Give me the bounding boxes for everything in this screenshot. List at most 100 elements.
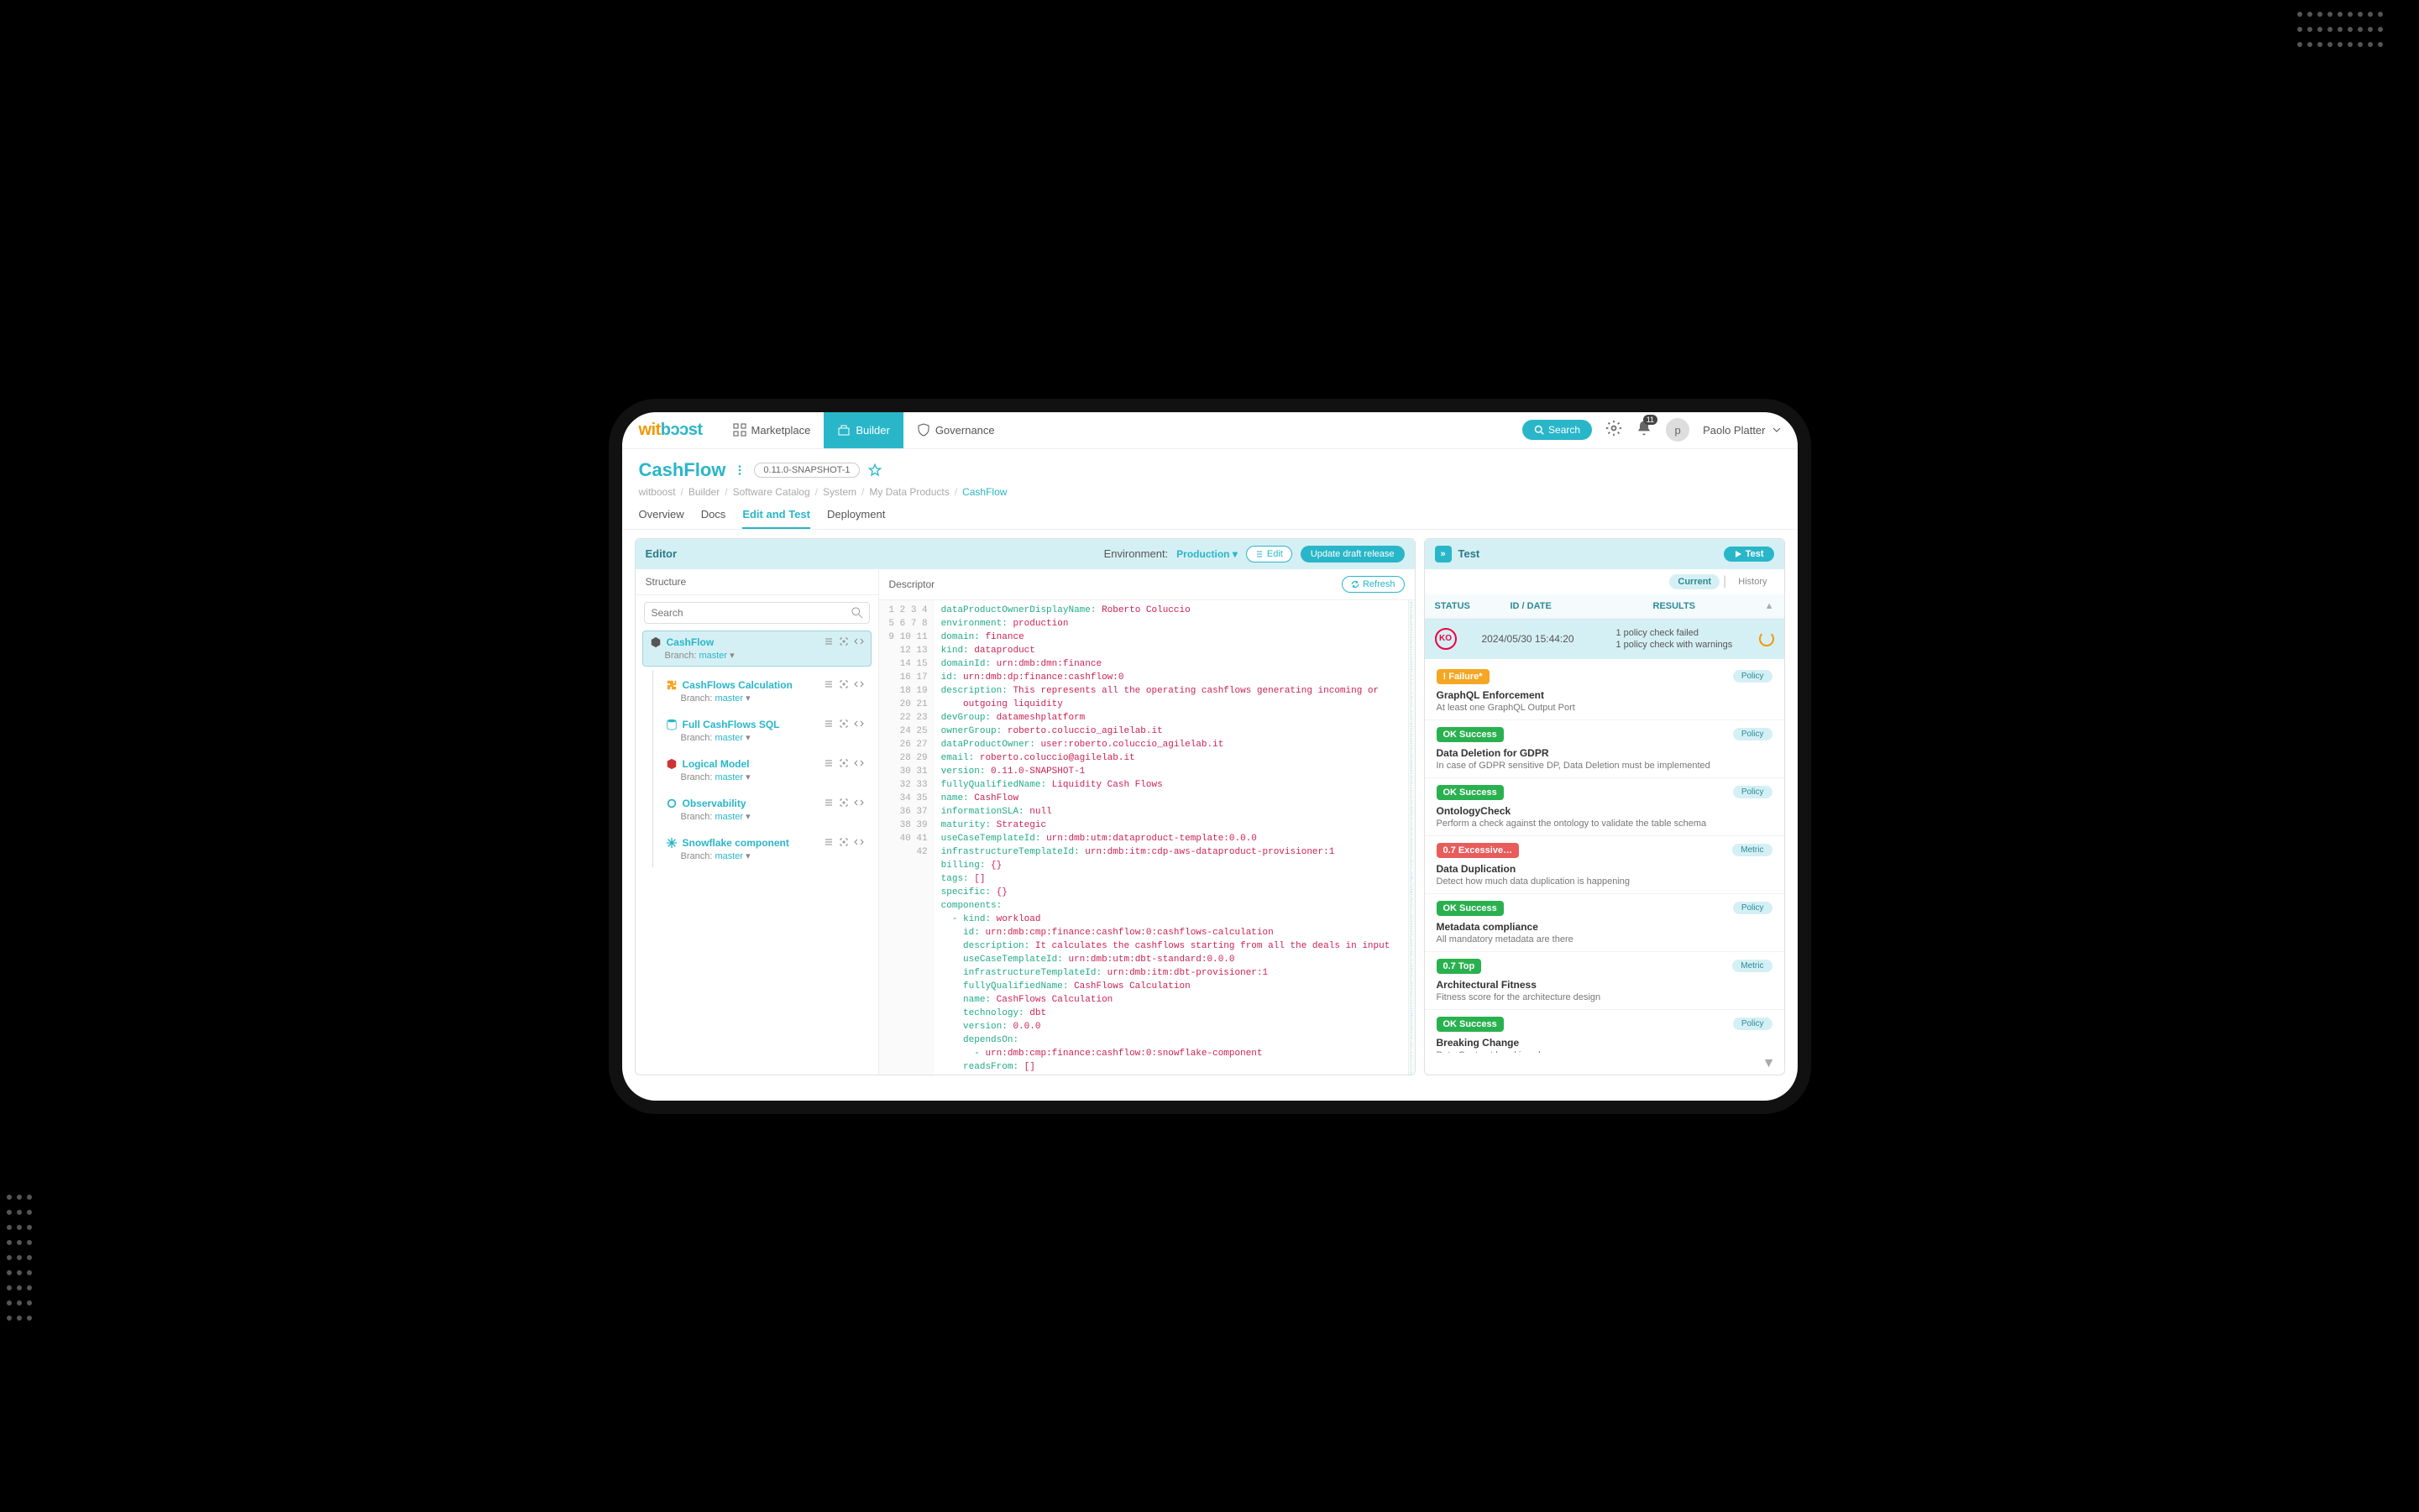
breadcrumb-item[interactable]: CashFlow (962, 486, 1007, 498)
more-icon[interactable] (734, 464, 746, 476)
list-icon[interactable] (824, 636, 834, 646)
type-chip: Policy (1733, 670, 1772, 683)
tree-item[interactable]: CashFlowBranch: master ▾ (642, 630, 872, 667)
tree-item[interactable]: Full CashFlows SQLBranch: master ▾ (658, 713, 872, 749)
logo[interactable]: witbɔɔst (639, 421, 703, 440)
code-icon[interactable] (854, 837, 864, 847)
subtab-current[interactable]: Current (1669, 574, 1720, 589)
star-icon[interactable] (868, 463, 882, 477)
nav-marketplace[interactable]: Marketplace (720, 412, 825, 449)
collapse-button[interactable]: » (1435, 546, 1452, 562)
code-icon[interactable] (854, 758, 864, 768)
minimap[interactable]: dataProductOwnerDisplayName: Roberto Col… (1408, 600, 1415, 1075)
status-chip: ! Failure* (1437, 669, 1490, 684)
tree-item[interactable]: ObservabilityBranch: master ▾ (658, 792, 872, 828)
search-icon (1534, 425, 1544, 435)
result-title: Metadata compliance (1437, 921, 1772, 933)
grid-icon (733, 423, 746, 437)
run-test-button[interactable]: Test (1724, 547, 1774, 562)
focus-icon[interactable] (839, 758, 849, 768)
list-icon[interactable] (824, 719, 834, 729)
test-results-list: ! Failure*PolicyGraphQL EnforcementAt le… (1425, 659, 1784, 1053)
type-chip: Policy (1733, 786, 1772, 798)
user-menu[interactable]: Paolo Platter (1703, 424, 1780, 437)
breadcrumb-item[interactable]: My Data Products (869, 486, 949, 498)
result-title: Breaking Change (1437, 1037, 1772, 1049)
subtab-history[interactable]: History (1730, 574, 1775, 589)
nav-governance[interactable]: Governance (903, 412, 1008, 449)
result-item[interactable]: 0.7 TopMetricArchitectural FitnessFitnes… (1425, 952, 1784, 1010)
settings-button[interactable] (1605, 420, 1622, 441)
result-title: OntologyCheck (1437, 805, 1772, 817)
focus-icon[interactable] (839, 636, 849, 646)
status-chip: 0.7 Excessive… (1437, 843, 1520, 858)
page-tabs: Overview Docs Edit and Test Deployment (622, 498, 1798, 530)
tab-docs[interactable]: Docs (701, 508, 726, 529)
focus-icon[interactable] (839, 798, 849, 808)
chevron-down-icon (1772, 426, 1781, 434)
refresh-icon (1351, 580, 1359, 589)
tab-deployment[interactable]: Deployment (827, 508, 885, 529)
code-icon[interactable] (854, 636, 864, 646)
list-icon[interactable] (824, 679, 834, 689)
focus-icon[interactable] (839, 719, 849, 729)
version-chip[interactable]: 0.11.0-SNAPSHOT-1 (754, 463, 859, 478)
breadcrumb-item[interactable]: Builder (689, 486, 720, 498)
status-chip: OK Success (1437, 785, 1504, 800)
result-desc: At least one GraphQL Output Port (1437, 703, 1772, 713)
refresh-button[interactable]: Refresh (1342, 576, 1405, 593)
test-date: 2024/05/30 15:44:20 (1482, 633, 1591, 645)
breadcrumb-item[interactable]: Software Catalog (733, 486, 810, 498)
list-icon[interactable] (824, 798, 834, 808)
list-icon[interactable] (824, 837, 834, 847)
result-title: Data Deletion for GDPR (1437, 747, 1772, 759)
result-title: Architectural Fitness (1437, 979, 1772, 991)
tree-item[interactable]: CashFlows CalculationBranch: master ▾ (658, 673, 872, 709)
env-select[interactable]: Production ▾ (1176, 548, 1238, 560)
result-item[interactable]: OK SuccessPolicyOntologyCheckPerform a c… (1425, 778, 1784, 836)
yaml-editor[interactable]: 1 2 3 4 5 6 7 8 9 10 11 12 13 14 15 16 1… (879, 600, 1415, 1075)
type-chip: Policy (1733, 902, 1772, 914)
result-item[interactable]: 0.7 Excessive…MetricData DuplicationDete… (1425, 836, 1784, 894)
test-run-row[interactable]: KO 2024/05/30 15:44:20 1 policy check fa… (1425, 619, 1784, 659)
test-columns-header: STATUS ID / DATE RESULTS ▲ (1425, 594, 1784, 619)
result-item[interactable]: OK SuccessPolicyBreaking ChangeData Cont… (1425, 1010, 1784, 1053)
structure-tree: CashFlowBranch: master ▾ CashFlows Calcul… (636, 630, 878, 871)
code-icon[interactable] (854, 798, 864, 808)
nav-builder[interactable]: Builder (824, 412, 903, 449)
structure-search-input[interactable] (644, 602, 870, 624)
edit-button[interactable]: Edit (1246, 546, 1292, 562)
result-desc: All mandatory metadata are there (1437, 934, 1772, 944)
avatar[interactable]: p (1666, 418, 1689, 442)
status-chip: OK Success (1437, 727, 1504, 742)
notifications-button[interactable]: 11 (1636, 420, 1652, 441)
page-header: CashFlow 0.11.0-SNAPSHOT-1 witboost/Buil… (622, 449, 1798, 498)
focus-icon[interactable] (839, 679, 849, 689)
type-chip: Policy (1733, 1018, 1772, 1030)
code-icon[interactable] (854, 679, 864, 689)
structure-header: Structure (636, 569, 878, 595)
tab-overview[interactable]: Overview (639, 508, 684, 529)
result-desc: Detect how much data duplication is happ… (1437, 876, 1772, 887)
descriptor-header: Descriptor Refresh (879, 569, 1415, 600)
test-summary: 1 policy check failed 1 policy check wit… (1616, 627, 1734, 651)
breadcrumb-item[interactable]: System (823, 486, 856, 498)
result-item[interactable]: OK SuccessPolicyMetadata complianceAll m… (1425, 894, 1784, 952)
search-icon (851, 607, 863, 619)
tree-item[interactable]: Snowflake componentBranch: master ▾ (658, 831, 872, 867)
scroll-down-indicator[interactable]: ▼ (1425, 1053, 1784, 1075)
result-item[interactable]: OK SuccessPolicyData Deletion for GDPRIn… (1425, 720, 1784, 778)
tab-edit-and-test[interactable]: Edit and Test (742, 508, 810, 529)
code-icon[interactable] (854, 719, 864, 729)
list-icon[interactable] (824, 758, 834, 768)
result-title: Data Duplication (1437, 863, 1772, 875)
search-button[interactable]: Search (1522, 420, 1592, 440)
tree-item[interactable]: Logical ModelBranch: master ▾ (658, 752, 872, 788)
result-item[interactable]: ! Failure*PolicyGraphQL EnforcementAt le… (1425, 662, 1784, 720)
focus-icon[interactable] (839, 837, 849, 847)
status-ko-badge: KO (1435, 628, 1457, 650)
update-draft-button[interactable]: Update draft release (1301, 546, 1405, 562)
breadcrumb-item[interactable]: witboost (639, 486, 676, 498)
notification-badge: 11 (1643, 415, 1657, 425)
status-chip: 0.7 Top (1437, 959, 1482, 974)
